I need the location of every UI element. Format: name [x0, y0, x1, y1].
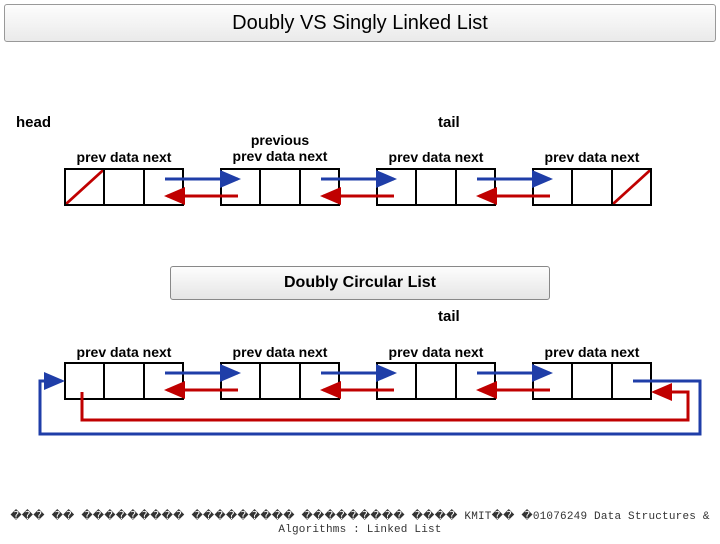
data-cell	[573, 170, 612, 204]
null-slash-icon	[66, 170, 103, 204]
node-caption: previousprev data next	[220, 132, 340, 164]
tail-label-2: tail	[438, 308, 460, 325]
prev-cell	[222, 364, 261, 398]
node-caption: prev data next	[532, 149, 652, 165]
node-caption: prev data next	[220, 344, 340, 360]
dll-node	[532, 168, 652, 206]
prev-cell	[66, 170, 105, 204]
prev-cell	[378, 364, 417, 398]
head-label: head	[16, 114, 51, 131]
next-cell	[457, 170, 494, 204]
tail-label-1: tail	[438, 114, 460, 131]
dcll-node	[64, 362, 184, 400]
prev-cell	[222, 170, 261, 204]
node-caption: prev data next	[376, 149, 496, 165]
subtitle-text: Doubly Circular List	[284, 274, 436, 292]
node-caption: prev data next	[376, 344, 496, 360]
next-cell	[613, 364, 650, 398]
dll-node	[376, 168, 496, 206]
dcll-node	[376, 362, 496, 400]
subtitle-bar: Doubly Circular List	[170, 266, 550, 300]
null-slash-icon	[613, 170, 650, 204]
page-title: Doubly VS Singly Linked List	[4, 4, 716, 42]
dcll-node	[220, 362, 340, 400]
data-cell	[573, 364, 612, 398]
node-caption: prev data next	[64, 344, 184, 360]
next-cell	[145, 170, 182, 204]
footer-text: ��� �� ��������� ��������� ��������� ���…	[0, 509, 720, 536]
prev-cell	[378, 170, 417, 204]
node-caption: prev data next	[532, 344, 652, 360]
next-cell	[145, 364, 182, 398]
data-cell	[261, 364, 300, 398]
data-cell	[105, 170, 144, 204]
data-cell	[261, 170, 300, 204]
next-cell	[613, 170, 650, 204]
prev-cell	[534, 364, 573, 398]
next-cell	[457, 364, 494, 398]
dll-node	[64, 168, 184, 206]
data-cell	[417, 364, 456, 398]
data-cell	[105, 364, 144, 398]
title-text: Doubly VS Singly Linked List	[232, 12, 488, 35]
node-caption: prev data next	[64, 149, 184, 165]
prev-cell	[534, 170, 573, 204]
dll-node	[220, 168, 340, 206]
data-cell	[417, 170, 456, 204]
next-cell	[301, 170, 338, 204]
dcll-node	[532, 362, 652, 400]
next-cell	[301, 364, 338, 398]
prev-cell	[66, 364, 105, 398]
